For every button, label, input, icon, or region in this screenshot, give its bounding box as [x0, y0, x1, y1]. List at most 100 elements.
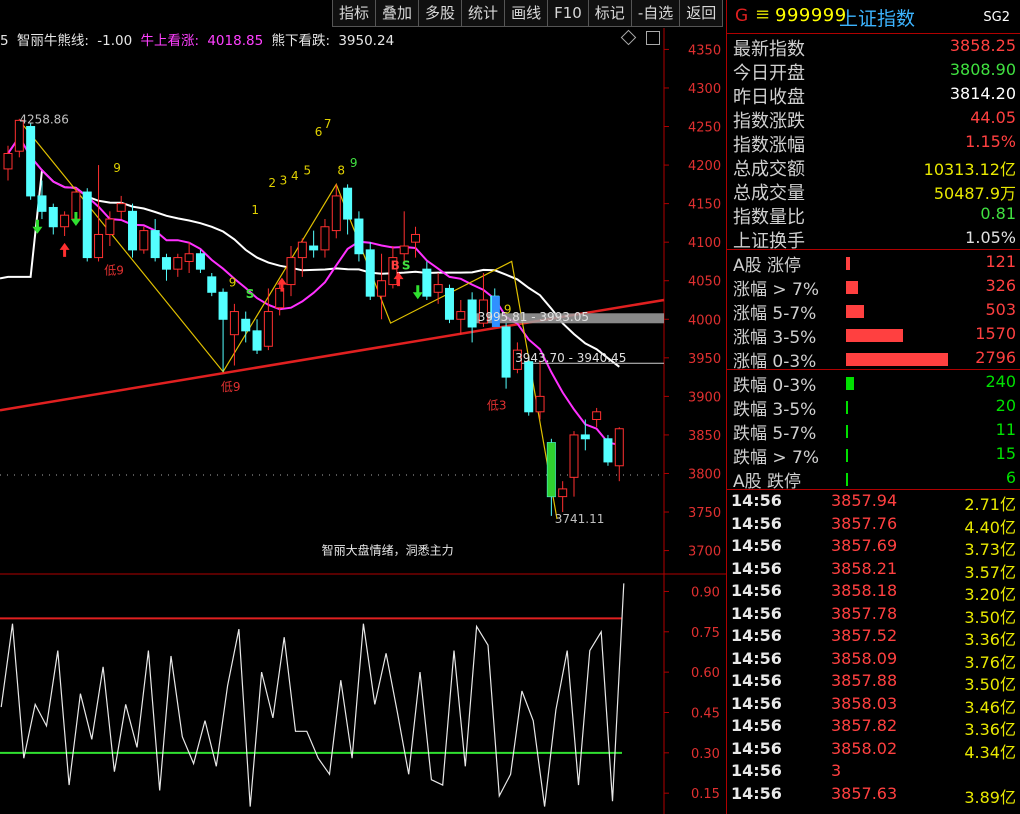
- tick-list[interactable]: 14:56 3857.94 2.71亿 14:56 3857.76 4.40亿 14:56 3…: [727, 490, 1020, 807]
- stat-row: 指数量比 0.81: [727, 202, 1020, 228]
- stat-value: 50487.9万: [933, 184, 1016, 203]
- toolbar-button-0[interactable]: 指标: [333, 0, 377, 27]
- tick-time: 14:56: [731, 716, 782, 735]
- tick-row: 14:56 3858.09 3.76亿: [727, 648, 1020, 672]
- tick-row: 14:56 3858.03 3.46亿: [727, 693, 1020, 717]
- toolbar-button-5[interactable]: F10: [548, 0, 589, 27]
- candle-body: [48, 206, 58, 228]
- y-tick-label: 3700: [688, 545, 721, 560]
- chart-annotation: 9: [229, 275, 237, 289]
- candle-body: [309, 245, 319, 251]
- toolbar-button-4[interactable]: 画线: [505, 0, 549, 27]
- candle: [82, 188, 92, 262]
- candle-body: [173, 257, 183, 270]
- legend-value: -1.00: [97, 33, 133, 49]
- breakdown-row: 跌幅 0-3% 240: [727, 370, 1020, 396]
- diamond-icon[interactable]: [620, 29, 637, 46]
- candle: [229, 303, 239, 366]
- legend-bear-value: 3950.24: [338, 33, 395, 49]
- window-icon[interactable]: [646, 31, 660, 45]
- candle-body: [422, 268, 432, 297]
- tick-row: 14:56 3858.21 3.57亿: [727, 558, 1020, 582]
- candle-body: [60, 214, 70, 228]
- candle-body: [263, 311, 273, 347]
- toolbar-button-8[interactable]: 返回: [680, 0, 724, 27]
- candle-body: [411, 233, 421, 243]
- breakdown-value: 121: [985, 252, 1016, 271]
- chart-annotation: 2: [268, 176, 276, 190]
- y-tick-label: 3900: [688, 390, 721, 405]
- down-breakdown: 跌幅 0-3% 240 跌幅 3-5% 20 跌幅 5-7% 11 跌幅 > 7% 15 A股 …: [727, 370, 1020, 492]
- indicator-legend: 5 智丽牛熊线: -1.00 牛上看涨: 4018.85 熊下看跌: 3950.…: [0, 29, 398, 49]
- breakdown-row: 涨幅 3-5% 1570: [727, 322, 1020, 348]
- tick-row: 14:56 3857.52 3.36亿: [727, 625, 1020, 649]
- y-tick-label: 4300: [688, 82, 721, 97]
- candle-body: [354, 218, 364, 255]
- tick-time: 14:56: [731, 671, 782, 690]
- toolbar-button-1[interactable]: 叠加: [376, 0, 420, 27]
- chart-annotation: 4258.86: [19, 113, 69, 127]
- chart-annotation: 6: [315, 125, 323, 139]
- sub-y-tick-label: 0.30: [691, 747, 720, 762]
- breakdown-label: 涨幅 > 7%: [733, 280, 820, 300]
- tick-time: 14:56: [731, 558, 782, 578]
- tick-time: 14:56: [731, 783, 782, 803]
- tick-price: 3858.18: [831, 581, 898, 600]
- chart-annotation: 低9: [104, 264, 124, 278]
- y-tick-label: 3800: [688, 467, 721, 482]
- stat-value: 3808.90: [949, 60, 1016, 79]
- tick-time: 14:56: [731, 648, 782, 668]
- toolbar-button-3[interactable]: 统计: [462, 0, 506, 27]
- candle: [94, 165, 104, 262]
- menu-icon[interactable]: ≡: [755, 4, 770, 25]
- toolbar-button-6[interactable]: 标记: [588, 0, 632, 27]
- tick-row: 14:56 3857.63 3.89亿: [727, 783, 1020, 807]
- tick-price: 3857.94: [831, 491, 898, 510]
- chart-annotation: 3741.11: [555, 512, 605, 526]
- tick-time: 14:56: [731, 761, 782, 780]
- candle: [150, 219, 160, 262]
- tick-price: 3857.76: [831, 513, 898, 533]
- tick-row: 14:56 3858.18 3.20亿: [727, 580, 1020, 604]
- candle: [422, 261, 432, 300]
- candle: [309, 230, 319, 258]
- sell-arrow-icon: [412, 285, 423, 300]
- y-tick-label: 4150: [688, 198, 721, 213]
- chart-annotation: S: [402, 258, 411, 272]
- tick-time: 14:56: [731, 626, 782, 645]
- candle: [614, 427, 624, 482]
- candle: [263, 288, 273, 351]
- candle: [173, 253, 183, 277]
- tick-time: 14:56: [731, 581, 782, 600]
- candle-body: [377, 280, 387, 297]
- chart-annotation: 3995.81 - 3993.05: [478, 310, 589, 324]
- candle-body: [82, 191, 92, 259]
- stat-value: 3858.25: [949, 36, 1016, 55]
- sg-badge[interactable]: SG2: [983, 10, 1010, 25]
- g-icon[interactable]: G: [735, 6, 748, 26]
- y-tick-label: 4000: [688, 313, 721, 328]
- candle: [320, 219, 330, 258]
- candle: [128, 203, 138, 258]
- tick-volume: 3.89亿: [964, 787, 1016, 807]
- candle-body: [150, 230, 160, 259]
- candle-body: [252, 330, 262, 351]
- tick-price: 3857.88: [831, 671, 898, 690]
- tick-volume: 3.20亿: [964, 585, 1016, 604]
- chart-area[interactable]: 4350 4300 4250 4200 4150 4100 4050 4000 3950 3900…: [0, 0, 726, 814]
- breakdown-value: 15: [995, 444, 1016, 463]
- breakdown-row: 跌幅 3-5% 20: [727, 394, 1020, 420]
- chart-annotation: 7: [324, 117, 332, 131]
- kline-chart[interactable]: 4350 4300 4250 4200 4150 4100 4050 4000 3950 3900…: [0, 0, 726, 814]
- candle-body: [218, 291, 228, 320]
- toolbar-button-7[interactable]: -自选: [631, 0, 681, 27]
- candle: [37, 180, 47, 220]
- candle: [524, 357, 534, 416]
- y-tick-label: 4050: [688, 275, 721, 290]
- toolbar-button-2[interactable]: 多股: [419, 0, 463, 27]
- candle-body: [444, 287, 454, 320]
- sub-y-tick-label: 0.75: [691, 626, 720, 641]
- breakdown-row: 跌幅 5-7% 11: [727, 418, 1020, 444]
- tick-price: 3857.52: [831, 626, 898, 645]
- chart-annotation: 9: [113, 161, 121, 175]
